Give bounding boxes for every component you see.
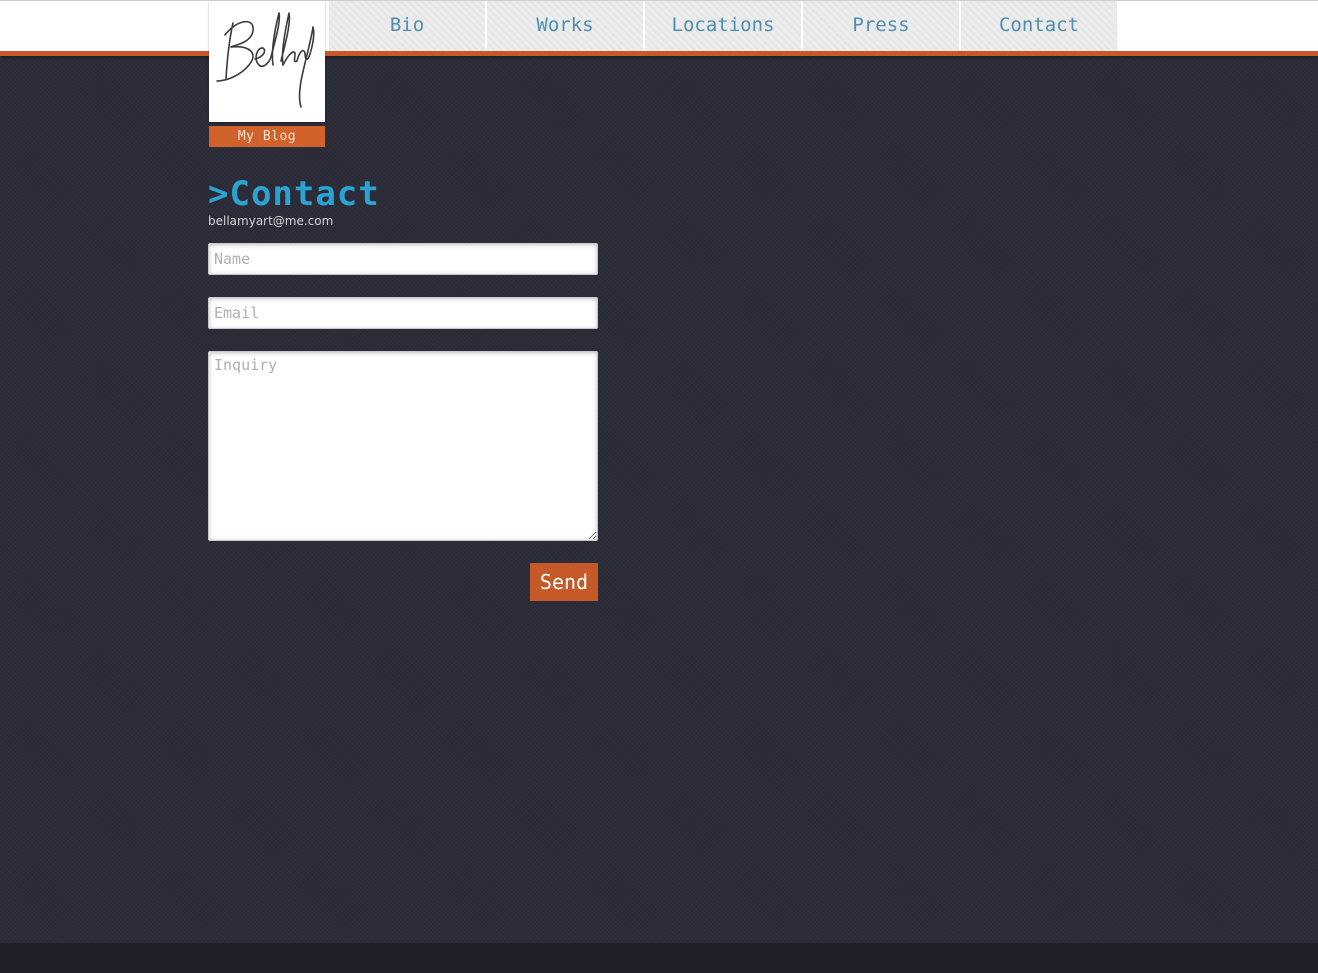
main-nav: Bio Works Locations Press Contact bbox=[329, 1, 1119, 51]
my-blog-link[interactable]: My Blog bbox=[209, 126, 325, 147]
nav-item-bio[interactable]: Bio bbox=[329, 1, 485, 51]
name-input[interactable] bbox=[208, 243, 598, 275]
nav-item-contact[interactable]: Contact bbox=[961, 1, 1117, 51]
page-title: >Contact bbox=[208, 174, 380, 214]
logo[interactable] bbox=[209, 1, 325, 122]
send-button[interactable]: Send bbox=[530, 563, 598, 601]
inquiry-textarea[interactable] bbox=[208, 351, 598, 541]
nav-item-locations[interactable]: Locations bbox=[645, 1, 801, 51]
footer-band bbox=[0, 943, 1318, 973]
top-bar-accent-stripe bbox=[0, 51, 1318, 56]
email-input[interactable] bbox=[208, 297, 598, 329]
nav-item-press[interactable]: Press bbox=[803, 1, 959, 51]
contact-email: bellamyart@me.com bbox=[208, 214, 334, 228]
bellamy-signature-logo-icon bbox=[216, 12, 315, 108]
nav-item-works[interactable]: Works bbox=[487, 1, 643, 51]
